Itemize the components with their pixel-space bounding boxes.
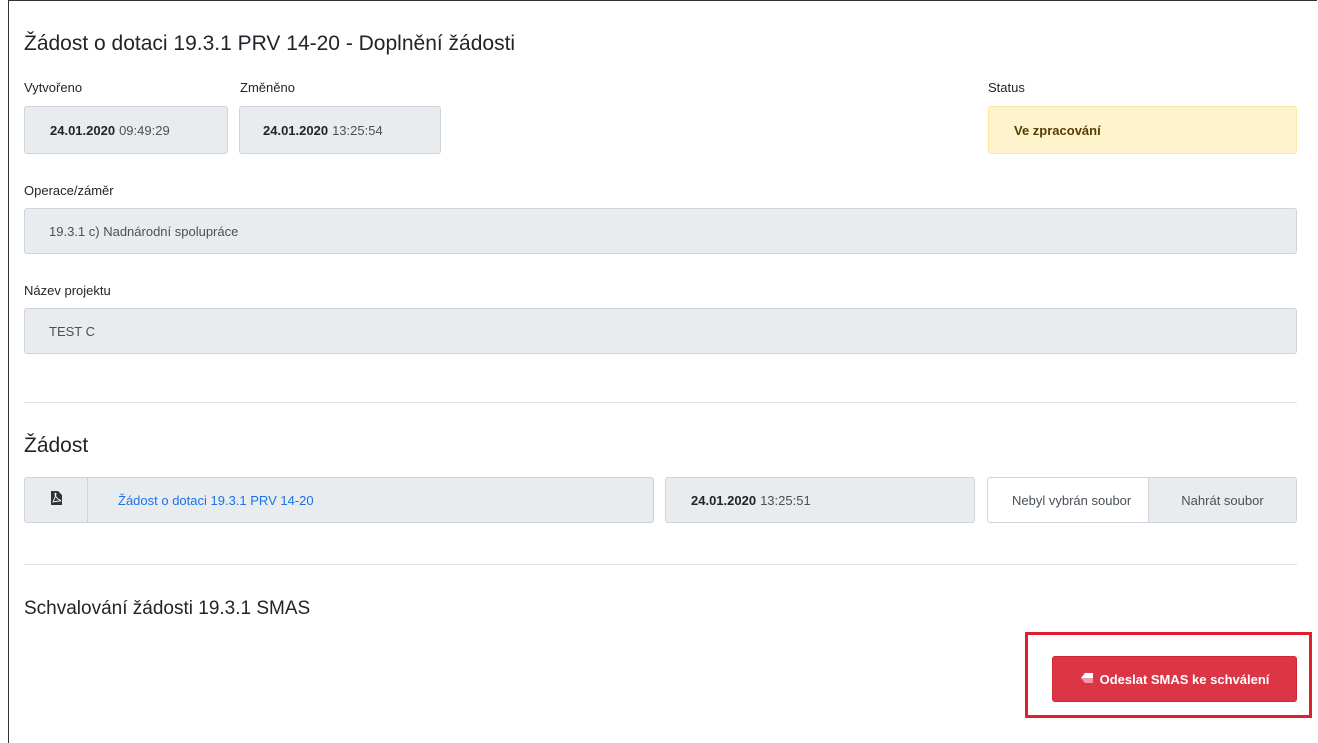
status-value: Ve zpracování (1014, 122, 1101, 138)
created-date: 24.01.2020 (50, 122, 116, 138)
changed-label: Změněno (240, 80, 295, 95)
file-date-field: 24.01.2020 13:25:51 (665, 477, 975, 523)
changed-field: 24.01.2020 13:25:54 (239, 106, 441, 154)
file-time: 13:25:51 (760, 492, 811, 508)
divider (24, 402, 1297, 403)
request-section-title: Žádost (24, 434, 89, 457)
upload-button[interactable]: Nahrát soubor (1149, 477, 1297, 523)
approval-section-title: Schvalování žádosti 19.3.1 SMAS (24, 598, 311, 619)
created-label: Vytvořeno (24, 80, 83, 95)
file-pdf-icon (50, 490, 62, 510)
operation-field: 19.3.1 c) Nadnárodní spolupráce (24, 208, 1297, 254)
status-label: Status (988, 80, 1025, 95)
created-field: 24.01.2020 09:49:29 (24, 106, 228, 154)
project-name-label: Název projektu (24, 283, 111, 298)
send-button-label: Odeslat SMAS ke schválení (1099, 671, 1270, 687)
project-name-field: TEST C (24, 308, 1297, 354)
changed-date: 24.01.2020 (263, 122, 329, 138)
project-name-value: TEST C (49, 323, 95, 339)
request-file-link[interactable]: Žádost o dotaci 19.3.1 PRV 14-20 (118, 493, 314, 508)
operation-value: 19.3.1 c) Nadnárodní spolupráce (49, 223, 239, 239)
status-badge: Ve zpracování (988, 106, 1297, 154)
file-type-cell (24, 477, 88, 523)
request-file-cell: Žádost o dotaci 19.3.1 PRV 14-20 (88, 477, 654, 523)
divider (24, 564, 1297, 565)
eraser-icon (1080, 672, 1094, 687)
send-smas-approval-button[interactable]: Odeslat SMAS ke schválení (1052, 656, 1297, 702)
created-time: 09:49:29 (119, 122, 170, 138)
file-date: 24.01.2020 (691, 492, 757, 508)
upload-file-input[interactable]: Nebyl vybrán soubor (987, 477, 1149, 523)
page-title: Žádost o dotaci 19.3.1 PRV 14-20 - Dopln… (24, 32, 516, 55)
changed-time: 13:25:54 (332, 122, 383, 138)
upload-placeholder: Nebyl vybrán soubor (1012, 492, 1132, 508)
operation-label: Operace/záměr (24, 183, 114, 198)
